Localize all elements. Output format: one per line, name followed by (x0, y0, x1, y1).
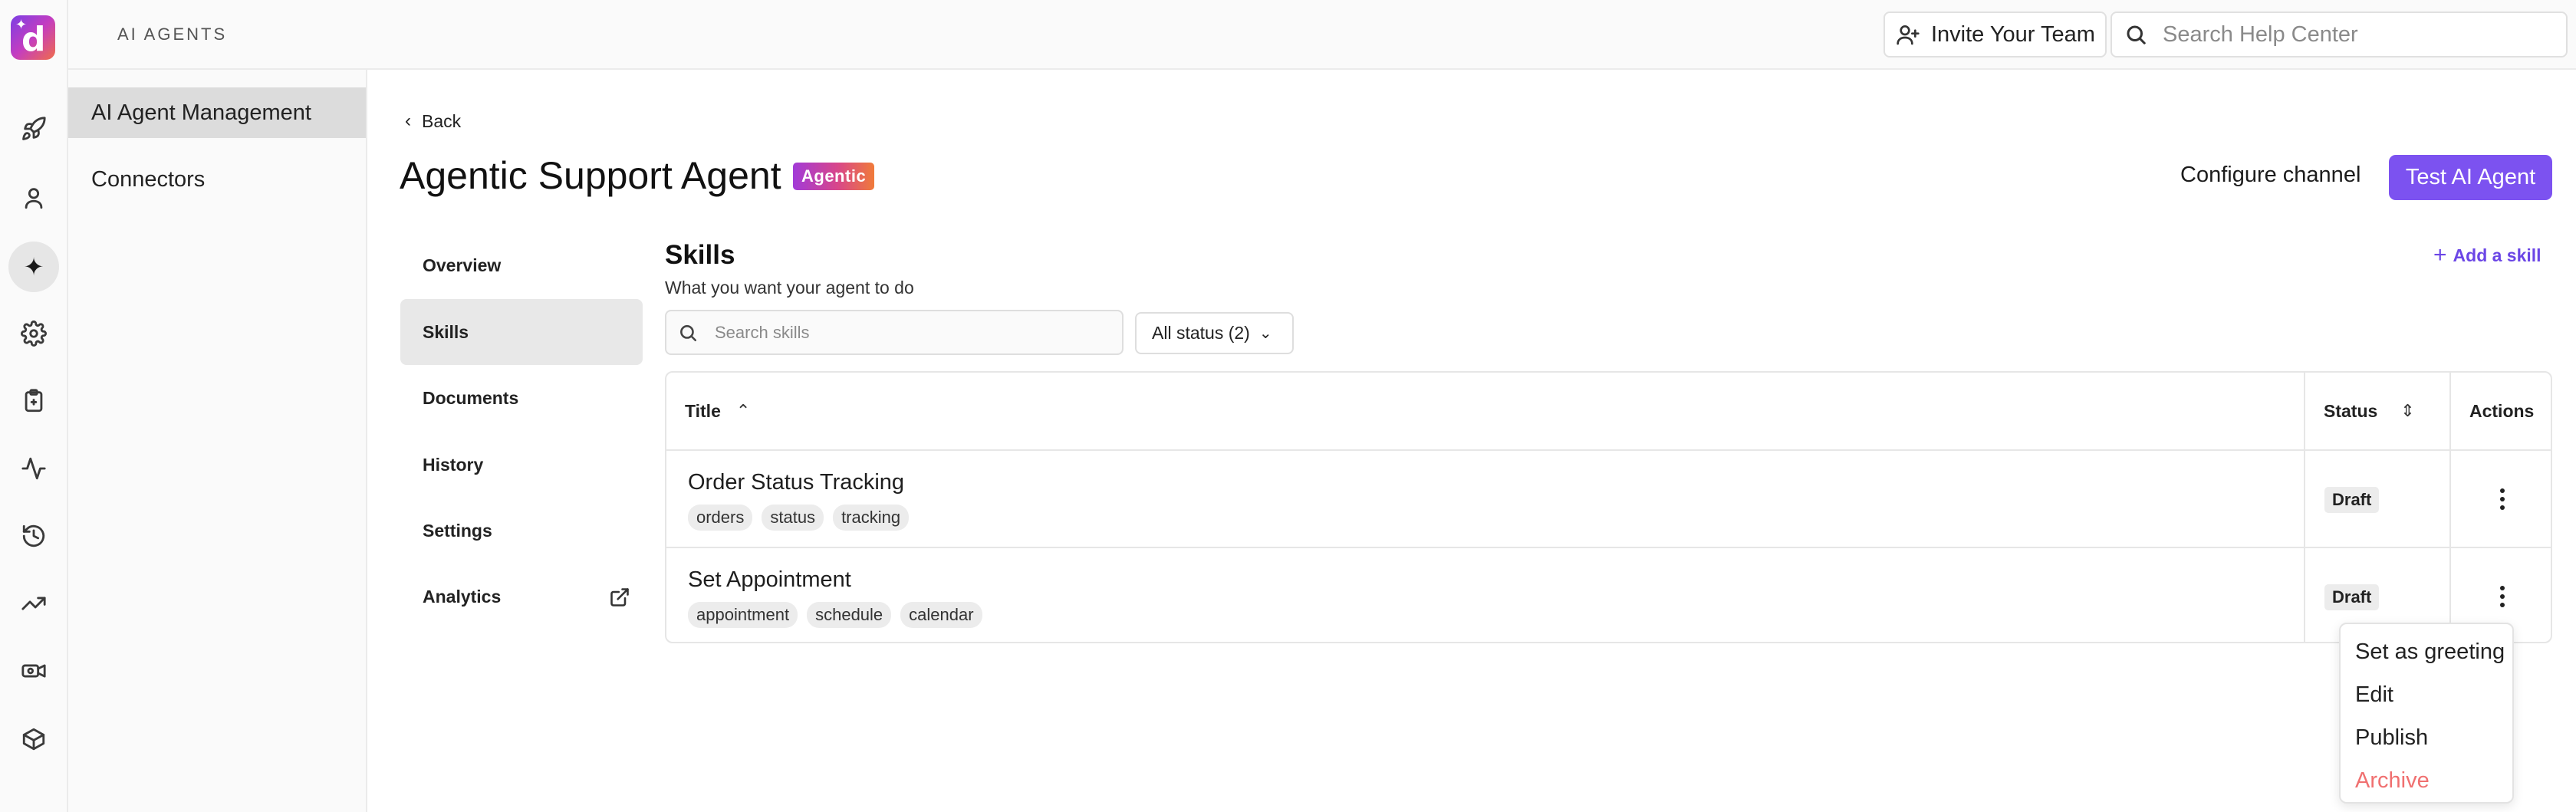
status-badge: Draft (2324, 487, 2380, 513)
tab-overview[interactable]: Overview (400, 232, 643, 298)
back-label: Back (422, 110, 462, 131)
tab-label: Documents (423, 387, 519, 408)
tab-skills[interactable]: Skills (400, 299, 643, 365)
actions-cell (2449, 451, 2551, 547)
column-header-status[interactable]: Status ⇕ (2304, 373, 2449, 449)
skill-search-input[interactable] (715, 322, 1114, 343)
tab-label: History (423, 454, 484, 475)
table-row[interactable]: Set Appointment appointment schedule cal… (666, 547, 2551, 642)
column-header-title[interactable]: Title ⌃ (666, 373, 2302, 449)
camera-icon[interactable] (17, 654, 51, 688)
activity-icon[interactable] (17, 452, 51, 485)
sort-icon[interactable]: ⇕ (2400, 401, 2414, 421)
tag: schedule (807, 602, 892, 628)
app-logo[interactable]: ✦ d (11, 15, 55, 60)
menu-item-set-as-greeting[interactable]: Set as greeting (2341, 630, 2512, 673)
configure-channel-button[interactable]: Configure channel (2180, 163, 2361, 188)
tab-label: Overview (423, 255, 502, 275)
column-title-label: Title (685, 400, 721, 421)
tag: status (762, 505, 824, 531)
rocket-icon[interactable] (17, 112, 51, 146)
menu-item-archive[interactable]: Archive (2341, 759, 2512, 802)
tag: calendar (900, 602, 982, 628)
tab-label: Settings (423, 520, 492, 541)
external-link-icon (609, 587, 630, 608)
row-actions-menu: Set as greeting Edit Publish Archive (2339, 623, 2514, 804)
tab-analytics[interactable]: Analytics (400, 564, 643, 630)
page-title: Agentic Support Agent (400, 154, 781, 197)
skill-name[interactable]: Set Appointment (688, 567, 2302, 593)
column-status-label: Status (2324, 400, 2378, 421)
test-ai-agent-button[interactable]: Test AI Agent (2389, 155, 2552, 200)
status-filter-label: All status (2) (1152, 323, 1250, 343)
clipboard-icon[interactable] (17, 384, 51, 418)
sidebar-item-connectors[interactable]: Connectors (68, 154, 366, 205)
tab-history[interactable]: History (400, 432, 643, 498)
status-filter-dropdown[interactable]: All status (2) ⌄ (1135, 312, 1294, 354)
trending-icon[interactable] (17, 587, 51, 620)
tab-documents[interactable]: Documents (400, 365, 643, 431)
back-link[interactable]: ‹ Back (405, 110, 461, 132)
add-skill-label: Add a skill (2453, 245, 2541, 265)
skills-table: Title ⌃ Status ⇕ Actions Order Status Tr… (665, 371, 2552, 643)
sub-sidebar: AI Agent Management Connectors (68, 70, 367, 812)
menu-item-publish[interactable]: Publish (2341, 716, 2512, 759)
tag: tracking (833, 505, 910, 531)
skill-tags: appointment schedule calendar (688, 602, 2302, 628)
menu-item-edit[interactable]: Edit (2341, 673, 2512, 716)
column-actions-label: Actions (2469, 400, 2535, 421)
box-icon[interactable] (17, 722, 51, 756)
invite-team-label: Invite Your Team (1931, 21, 2095, 47)
skills-heading: Skills (665, 240, 735, 270)
skill-name[interactable]: Order Status Tracking (688, 470, 2302, 495)
help-center-search-input[interactable] (2163, 21, 2546, 48)
add-skill-button[interactable]: + Add a skill (2433, 242, 2541, 268)
table-row[interactable]: Order Status Tracking orders status trac… (666, 449, 2551, 547)
sparkle-icon[interactable]: ✦ (8, 242, 59, 292)
status-badge: Draft (2324, 584, 2380, 610)
tab-label: Analytics (423, 586, 502, 607)
search-icon (2127, 25, 2146, 44)
plus-icon: + (2433, 242, 2447, 268)
sidebar-item-ai-agent-management[interactable]: AI Agent Management (68, 87, 366, 138)
sort-ascending-icon[interactable]: ⌃ (736, 401, 750, 421)
tag: appointment (688, 602, 798, 628)
column-header-actions: Actions (2449, 373, 2551, 449)
history-icon[interactable] (17, 519, 51, 553)
skills-subtitle: What you want your agent to do (665, 278, 914, 298)
chevron-left-icon: ‹ (405, 110, 411, 131)
help-center-search[interactable] (2110, 12, 2568, 58)
more-vertical-icon[interactable] (2491, 579, 2514, 614)
status-cell: Draft (2304, 451, 2449, 547)
more-vertical-icon[interactable] (2491, 482, 2514, 517)
gear-icon[interactable] (17, 317, 51, 350)
skill-title-cell: Set Appointment appointment schedule cal… (666, 548, 2302, 642)
search-icon (680, 324, 697, 341)
chevron-down-icon: ⌄ (1258, 325, 1272, 342)
agentic-badge: Agentic (793, 163, 875, 190)
tag: orders (688, 505, 753, 531)
user-icon[interactable] (17, 181, 51, 215)
skill-tags: orders status tracking (688, 505, 2302, 531)
section-title: AI AGENTS (117, 25, 228, 44)
top-bar: AI AGENTS Invite Your Team (68, 0, 2576, 70)
tab-label: Skills (423, 321, 469, 342)
icon-rail: ✦ d ✦ (0, 0, 68, 812)
tab-settings[interactable]: Settings (400, 498, 643, 564)
user-plus-icon (1897, 25, 1920, 45)
skill-search[interactable] (665, 310, 1124, 355)
skill-title-cell: Order Status Tracking orders status trac… (666, 451, 2302, 547)
invite-team-button[interactable]: Invite Your Team (1883, 12, 2107, 58)
